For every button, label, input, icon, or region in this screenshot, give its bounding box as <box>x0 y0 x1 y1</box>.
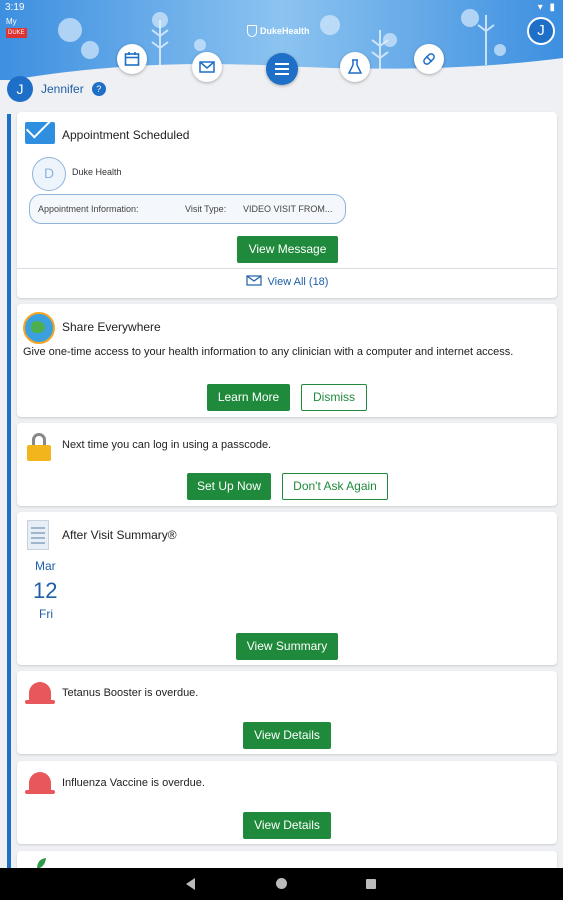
view-details-button[interactable]: View Details <box>243 812 331 839</box>
card-title: Appointment Scheduled <box>62 128 190 142</box>
bell-icon <box>25 679 55 707</box>
app-badge-line1: My <box>6 17 17 26</box>
user-avatar: J <box>7 76 33 102</box>
calendar-icon <box>124 52 140 66</box>
divider <box>17 268 557 269</box>
card-body: Give one-time access to your health info… <box>23 346 514 358</box>
appointments-nav-button[interactable] <box>117 44 147 74</box>
passcode-card: Next time you can log in using a passcod… <box>17 423 557 506</box>
tetanus-reminder-card: Tetanus Booster is overdue. View Details <box>17 671 557 754</box>
user-switcher[interactable]: J Jennifer ? <box>7 76 106 102</box>
help-icon[interactable]: ? <box>91 82 106 96</box>
view-all-link[interactable]: View All (18) <box>17 275 557 288</box>
card-title: Share Everywhere <box>62 320 161 334</box>
back-icon[interactable] <box>186 878 195 890</box>
visit-month: Mar <box>35 559 56 573</box>
card-title: After Visit Summary® <box>62 528 177 542</box>
mail-icon <box>25 122 55 144</box>
brand-name: DukeHealth <box>260 26 310 36</box>
dismiss-button[interactable]: Dismiss <box>301 384 367 411</box>
influenza-reminder-card: Influenza Vaccine is overdue. View Detai… <box>17 761 557 844</box>
bell-icon <box>25 769 55 797</box>
timeline-line <box>7 114 11 868</box>
info-label: Appointment Information: <box>38 204 139 214</box>
envelope-icon <box>245 275 262 286</box>
visit-type-label: Visit Type: <box>185 204 227 214</box>
user-name: Jennifer <box>41 82 84 96</box>
after-visit-summary-card: After Visit Summary® Mar 12 Fri View Sum… <box>17 512 557 665</box>
test-results-nav-button[interactable] <box>340 52 370 82</box>
duke-health-logo: DukeHealth <box>247 25 310 37</box>
medications-nav-button[interactable] <box>414 44 444 74</box>
envelope-icon <box>199 61 215 73</box>
visit-day: 12 <box>33 578 58 603</box>
menu-icon <box>275 63 289 75</box>
system-nav-bar <box>0 868 563 900</box>
view-summary-button[interactable]: View Summary <box>236 633 338 660</box>
status-icons: ▾ ▮ <box>537 2 557 13</box>
visit-type-value: VIDEO VISIT FROM... <box>243 204 333 214</box>
view-details-button[interactable]: View Details <box>243 722 331 749</box>
account-avatar-button[interactable]: J <box>527 17 555 45</box>
status-time: 3:19 <box>5 2 25 13</box>
home-icon[interactable] <box>276 878 287 889</box>
card-body: Influenza Vaccine is overdue. <box>62 777 205 789</box>
view-all-label: View All (18) <box>267 276 329 288</box>
menu-nav-button[interactable] <box>266 53 298 85</box>
messages-nav-button[interactable] <box>192 52 222 82</box>
learn-more-button[interactable]: Learn More <box>207 384 290 411</box>
sender-avatar: D <box>32 157 66 191</box>
card-body: Tetanus Booster is overdue. <box>62 687 199 699</box>
visit-weekday: Fri <box>39 607 53 621</box>
share-everywhere-card: Share Everywhere Give one-time access to… <box>17 304 557 417</box>
lock-icon <box>27 433 51 461</box>
dont-ask-again-button[interactable]: Don't Ask Again <box>282 473 388 500</box>
flask-icon <box>347 59 363 74</box>
set-up-now-button[interactable]: Set Up Now <box>187 473 271 500</box>
app-badge-line2: DUKE <box>6 28 27 38</box>
appointment-card: Appointment Scheduled D Duke Health Appo… <box>17 112 557 298</box>
globe-icon <box>23 312 55 344</box>
message-preview[interactable]: Appointment Information: Visit Type: VID… <box>29 194 346 224</box>
recents-icon[interactable] <box>366 879 376 889</box>
sender-name: Duke Health <box>72 167 122 177</box>
card-body: Next time you can log in using a passcod… <box>62 439 272 451</box>
shield-icon <box>247 25 257 37</box>
app-badge: My DUKE <box>6 17 48 39</box>
view-message-button[interactable]: View Message <box>237 236 338 263</box>
pill-icon <box>423 53 435 65</box>
document-icon <box>27 520 49 550</box>
